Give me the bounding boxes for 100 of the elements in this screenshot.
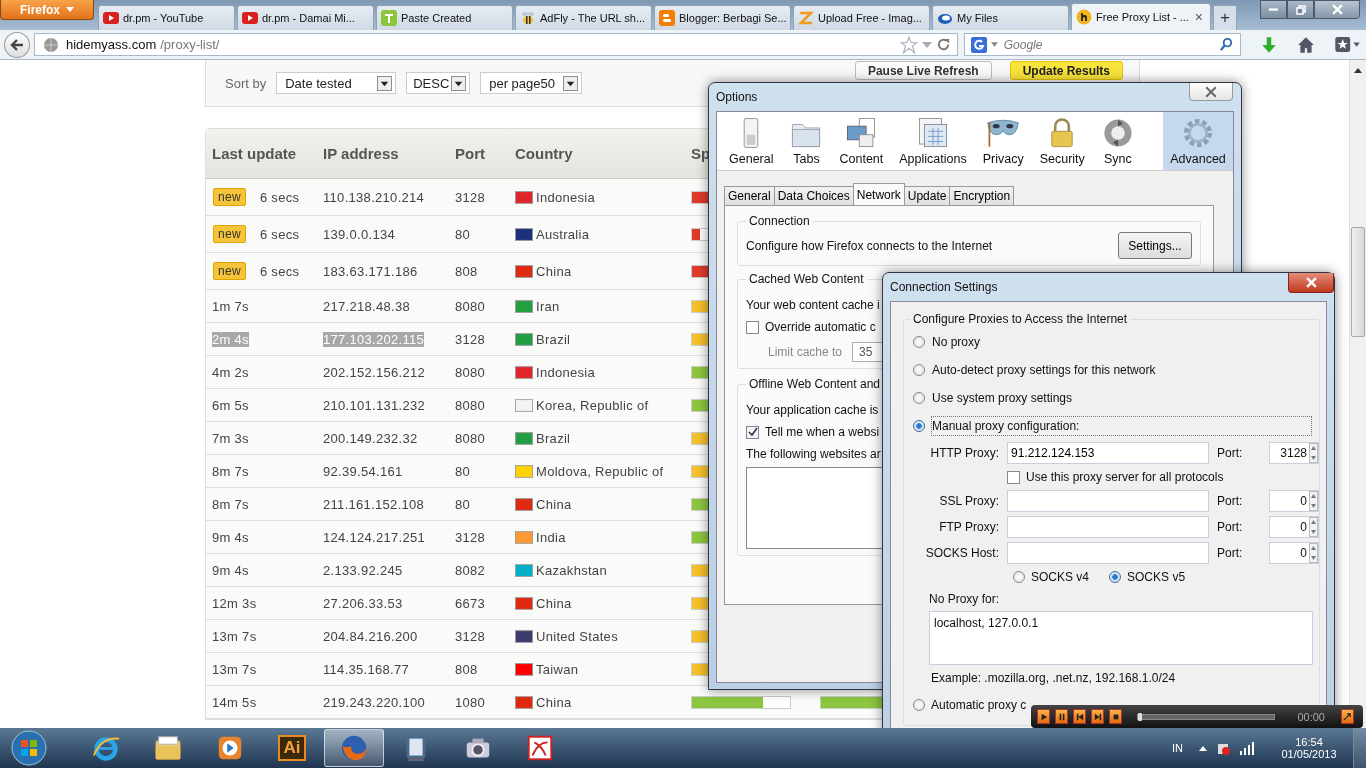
port-field[interactable]: 0 [1269,490,1319,512]
column-header[interactable]: Country [515,145,573,162]
expand-button[interactable] [1340,709,1354,724]
browser-tab[interactable]: Blogger: Berbagi Se... [654,5,791,30]
home-icon[interactable] [1297,35,1316,54]
category-tab[interactable]: Tabs [781,112,832,170]
minimize-button[interactable] [1260,0,1287,19]
sort-field-dropdown[interactable]: Date tested [276,72,397,94]
port-number: 6673 [455,595,486,611]
scrollbar[interactable] [1349,60,1366,728]
gear-icon [1181,116,1215,150]
taskbar-app-button[interactable]: Ai [262,729,322,767]
signal-bars-icon[interactable] [1239,740,1255,756]
port-field[interactable]: 0 [1269,516,1319,538]
category-tab[interactable]: Privacy [974,112,1032,170]
close-button[interactable] [1314,0,1360,19]
close-button[interactable] [1189,83,1233,101]
browser-tab[interactable]: My Files [932,5,1069,30]
settings-button[interactable]: Settings... [1118,232,1192,259]
url-domain: hidemyass.com [65,37,157,52]
proxy-host-field[interactable] [1007,542,1209,564]
port-field[interactable]: 0 [1269,542,1319,564]
radio-button[interactable] [913,336,925,348]
radio-button[interactable] [913,392,925,404]
settings-tab[interactable]: Data Choices [773,186,854,205]
column-header[interactable]: Port [455,145,485,162]
browser-tab[interactable]: AdFly - The URL sh... [515,5,652,30]
settings-tab[interactable]: General [724,186,775,205]
category-tab[interactable]: Applications [891,112,975,170]
seek-slider[interactable] [1137,713,1276,720]
slider-thumb[interactable] [1138,712,1143,721]
back-button[interactable] [4,31,30,58]
bookmarks-icon[interactable] [1334,36,1360,53]
checkbox[interactable] [1007,470,1020,484]
page-button[interactable]: Pause Live Refresh [854,61,992,80]
spinner-icon[interactable] [1309,443,1318,463]
checkbox[interactable] [746,320,759,334]
document-icon [525,733,555,763]
port-number: 808 [455,263,478,279]
radio-label: Automatic proxy c [931,698,1027,712]
spinner-icon[interactable] [1309,543,1318,563]
new-tab-button[interactable]: + [1213,5,1237,30]
radio-button[interactable] [1109,571,1122,583]
language-indicator[interactable]: IN [1172,742,1183,754]
port-number: 1080 [455,694,486,710]
settings-tab[interactable]: Encryption [949,186,1015,205]
port-field[interactable]: 3128 [1269,442,1319,464]
browser-tab[interactable]: dr.pm - Damai Mi... [237,5,374,30]
browser-tab[interactable]: dr.pm - YouTube [98,5,235,30]
category-tab[interactable]: Advanced [1163,112,1233,170]
play-icon [1039,712,1048,721]
no-proxy-field[interactable]: localhost, 127.0.0.1 [929,611,1313,665]
tab-close-button[interactable]: × [1194,10,1203,24]
star-icon[interactable] [899,35,918,54]
proxy-host-field[interactable] [1007,516,1209,538]
reload-icon[interactable] [935,37,951,52]
close-button[interactable] [1288,273,1334,293]
category-tab[interactable]: Sync [1092,112,1143,170]
country-name: Taiwan [536,661,579,677]
browser-tab[interactable]: Free Proxy List - ... × [1071,3,1211,30]
column-header[interactable]: Last update [212,145,297,162]
browser-tab[interactable]: Upload Free - Imag... [793,5,930,30]
next-button[interactable] [1091,709,1105,724]
category-tab[interactable]: Security [1031,112,1093,170]
update-results-button[interactable]: Update Results [1009,61,1123,80]
country-name: Kazakhstan [536,562,607,578]
category-tab[interactable]: General [721,112,782,170]
proxy-host-field[interactable] [1007,490,1209,512]
radio-button[interactable] [1013,571,1025,583]
search-field[interactable]: Google [963,33,1242,56]
scroll-up-icon[interactable] [1354,68,1362,73]
radio-button[interactable] [913,699,925,711]
address-field[interactable]: hidemyass.com /proxy-list/ [33,33,958,56]
stop-button[interactable] [1109,709,1123,724]
radio-button[interactable] [913,420,925,432]
settings-tab[interactable]: Update [903,186,951,205]
column-header[interactable]: IP address [323,145,399,162]
sort-order-dropdown[interactable]: DESC [406,72,471,94]
previous-button[interactable] [1073,709,1087,724]
show-hidden-icons-icon[interactable] [1199,745,1207,751]
browser-tab[interactable]: Paste Created [376,5,513,30]
checkbox[interactable] [746,425,759,439]
country-name: Brazil [536,430,571,446]
category-tab[interactable]: Content [831,112,892,170]
scroll-thumb[interactable] [1351,227,1365,337]
spinner-icon[interactable] [1309,517,1318,537]
expand-icon [1343,712,1352,721]
pause-button[interactable] [1055,709,1069,724]
proxy-host-field[interactable]: 91.212.124.153 [1007,442,1209,464]
spinner-icon[interactable] [1309,491,1318,511]
per-page-dropdown[interactable]: per page50 [480,72,583,94]
play-button[interactable] [1037,709,1051,724]
clock[interactable]: 16:54 01/05/2013 [1273,736,1345,760]
radio-button[interactable] [913,364,925,376]
settings-tab[interactable]: Network [852,183,905,205]
clock-time: 16:54 [1295,736,1323,748]
port-number: 3128 [455,628,486,644]
search-icon[interactable] [1219,37,1235,52]
ip-address: 210.101.131.232 [323,397,426,413]
restore-button[interactable] [1287,0,1314,19]
